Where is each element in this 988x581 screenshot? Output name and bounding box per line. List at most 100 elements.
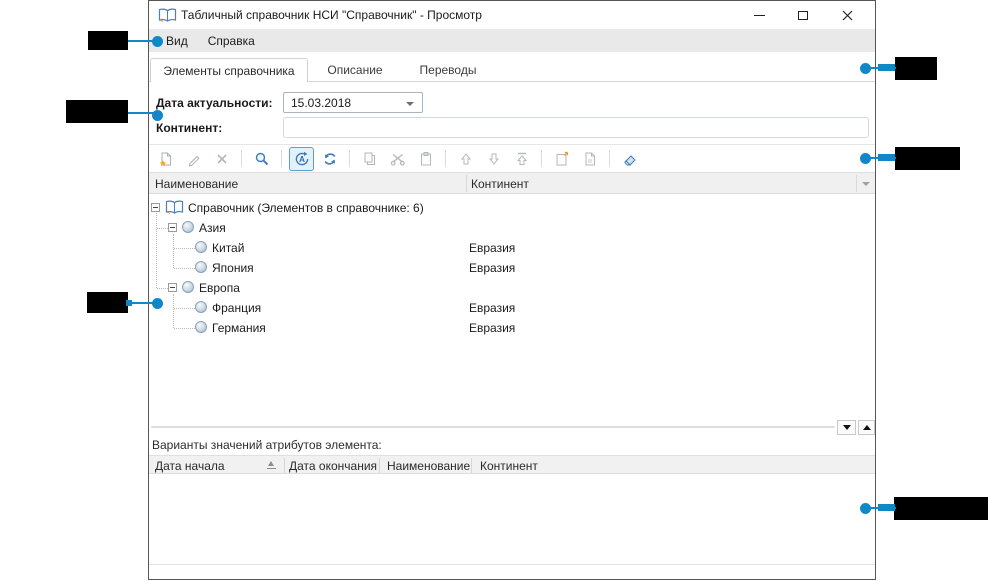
move-to-top-button[interactable] bbox=[509, 147, 534, 171]
date-value: 15.03.2018 bbox=[291, 96, 352, 110]
tree-table-header: Наименование Континент bbox=[149, 173, 875, 194]
splitter-collapse-button[interactable] bbox=[837, 420, 856, 435]
arrow-to-top-icon bbox=[516, 152, 527, 165]
minimize-button[interactable] bbox=[737, 1, 781, 29]
tree-item-continent: Евразия bbox=[469, 241, 516, 255]
copy-button[interactable] bbox=[357, 147, 382, 171]
toolbar-separator bbox=[281, 150, 282, 167]
clear-button[interactable] bbox=[617, 147, 642, 171]
eraser-icon bbox=[623, 154, 636, 166]
tab-description[interactable]: Описание bbox=[309, 58, 401, 81]
move-down-button[interactable] bbox=[481, 147, 506, 171]
document-icon bbox=[585, 152, 595, 165]
toolbar-separator bbox=[609, 150, 610, 167]
refresh-icon bbox=[324, 152, 335, 165]
open-card-button[interactable] bbox=[549, 147, 574, 171]
document-button[interactable] bbox=[577, 147, 602, 171]
close-button[interactable] bbox=[825, 1, 869, 29]
app-window: Табличный справочник НСИ "Справочник" - … bbox=[148, 0, 876, 580]
element-icon bbox=[195, 241, 207, 253]
filter-icon[interactable] bbox=[862, 182, 870, 186]
annotation-dot-date bbox=[152, 110, 163, 121]
card-icon bbox=[556, 151, 568, 165]
pencil-icon bbox=[188, 155, 200, 167]
menu-item-help[interactable]: Справка bbox=[208, 34, 255, 48]
date-combobox[interactable]: 15.03.2018 bbox=[283, 92, 423, 113]
tree-row[interactable]: Германия Евразия bbox=[149, 318, 874, 338]
tree-item-continent: Евразия bbox=[469, 261, 516, 275]
column-divider bbox=[284, 458, 285, 473]
search-button[interactable] bbox=[249, 147, 274, 171]
column-divider bbox=[379, 458, 380, 473]
element-icon bbox=[195, 261, 207, 273]
tab-translations[interactable]: Переводы bbox=[405, 58, 491, 81]
paste-icon bbox=[420, 151, 431, 165]
auto-search-toggle[interactable]: A bbox=[289, 146, 314, 171]
toolbar-separator bbox=[241, 150, 242, 167]
tree-item-label: Германия bbox=[212, 321, 266, 335]
tree-item-label: Китай bbox=[212, 241, 245, 255]
arrow-down-icon bbox=[488, 153, 499, 165]
variants-table-header: Дата начала Дата окончания Наименование … bbox=[149, 455, 875, 474]
maximize-button[interactable] bbox=[781, 1, 825, 29]
continent-input[interactable] bbox=[283, 117, 869, 138]
reference-book-icon bbox=[165, 200, 184, 215]
toolbar-separator bbox=[349, 150, 350, 167]
element-icon bbox=[195, 301, 207, 313]
sort-ascending-icon[interactable] bbox=[267, 461, 276, 470]
col-date-start[interactable]: Дата начала bbox=[155, 459, 225, 473]
date-label: Дата актуальности: bbox=[156, 96, 273, 110]
tree-row[interactable]: Европа bbox=[149, 278, 874, 298]
tree-col-continent[interactable]: Континент bbox=[471, 177, 529, 191]
tree-item-continent: Евразия bbox=[469, 321, 516, 335]
new-item-button[interactable] bbox=[153, 147, 178, 171]
collapse-icon[interactable] bbox=[168, 283, 177, 292]
column-divider bbox=[856, 175, 857, 192]
paste-button[interactable] bbox=[413, 147, 438, 171]
annotation-box-tree bbox=[87, 292, 128, 313]
collapse-icon[interactable] bbox=[151, 203, 160, 212]
col-date-end[interactable]: Дата окончания bbox=[289, 459, 377, 473]
continent-label: Континент: bbox=[156, 121, 223, 135]
splitter-handle[interactable] bbox=[151, 426, 835, 428]
refresh-button[interactable] bbox=[317, 147, 342, 171]
triangle-down-icon bbox=[842, 425, 851, 430]
reference-book-icon bbox=[158, 8, 177, 23]
col-continent[interactable]: Континент bbox=[480, 459, 538, 473]
menu-item-view[interactable]: Вид bbox=[166, 34, 188, 48]
search-icon bbox=[255, 152, 268, 165]
tree-row[interactable]: Франция Евразия bbox=[149, 298, 874, 318]
minimize-icon bbox=[753, 14, 765, 16]
tree-item-label: Азия bbox=[199, 221, 226, 235]
annotation-stub bbox=[878, 64, 895, 71]
annotation-box-tabs bbox=[895, 57, 937, 80]
annotation-line bbox=[128, 112, 154, 114]
annotation-box-date bbox=[66, 100, 128, 123]
collapse-icon[interactable] bbox=[168, 223, 177, 232]
copy-icon bbox=[364, 152, 375, 165]
column-divider bbox=[471, 458, 472, 473]
tree-item-label: Япония bbox=[212, 261, 254, 275]
title-bar: Табличный справочник НСИ "Справочник" - … bbox=[149, 1, 875, 29]
new-item-icon bbox=[159, 152, 171, 166]
cut-button[interactable] bbox=[385, 147, 410, 171]
delete-button[interactable] bbox=[209, 147, 234, 171]
annotation-line bbox=[128, 302, 154, 304]
annotation-stub bbox=[878, 504, 895, 511]
tree-row[interactable]: Азия bbox=[149, 218, 874, 238]
edit-button[interactable] bbox=[181, 147, 206, 171]
window-controls bbox=[737, 1, 869, 29]
tree-row[interactable]: Япония Евразия bbox=[149, 258, 874, 278]
arrow-up-icon bbox=[460, 152, 471, 164]
tree-col-name[interactable]: Наименование bbox=[155, 177, 238, 191]
menu-bar: Вид Справка bbox=[149, 29, 875, 52]
auto-search-icon: A bbox=[295, 151, 308, 165]
svg-text:A: A bbox=[299, 155, 305, 164]
col-name[interactable]: Наименование bbox=[387, 459, 470, 473]
element-icon bbox=[195, 321, 207, 333]
tab-elements[interactable]: Элементы справочника bbox=[150, 58, 308, 82]
tree-row-root[interactable]: Справочник (Элементов в справочнике: 6) bbox=[149, 198, 874, 218]
tree-row[interactable]: Китай Евразия bbox=[149, 238, 874, 258]
splitter-expand-button[interactable] bbox=[858, 420, 875, 435]
move-up-button[interactable] bbox=[453, 147, 478, 171]
